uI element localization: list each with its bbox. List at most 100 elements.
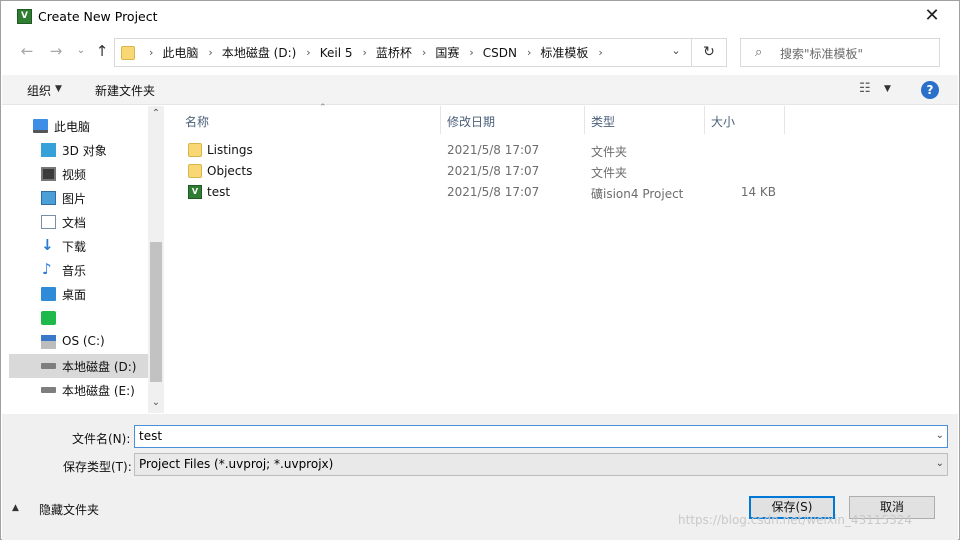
sidebar-item-downloads[interactable]: ↓ 下载: [9, 234, 149, 258]
breadcrumb-item[interactable]: 国赛: [435, 44, 459, 61]
file-type: 文件夹: [591, 145, 628, 159]
sidebar-item-this-pc[interactable]: 此电脑: [9, 114, 149, 138]
file-row[interactable]: Listings 2021/5/8 17:07 文件夹: [164, 140, 804, 161]
scroll-up-arrow-icon[interactable]: ⌃: [148, 108, 164, 119]
sidebar-item-label: 图片: [62, 192, 87, 206]
column-header-date[interactable]: 修改日期: [441, 106, 585, 134]
os-drive-icon: [41, 335, 56, 349]
caret-down-icon[interactable]: ▼: [884, 84, 891, 94]
close-button[interactable]: ✕: [913, 5, 951, 29]
sidebar-item-label: 文档: [62, 216, 87, 230]
caret-down-icon[interactable]: ▼: [55, 84, 62, 94]
uvision-app-icon: V: [17, 9, 32, 24]
chevron-right-icon[interactable]: ›: [208, 46, 212, 59]
column-header-size[interactable]: 大小: [705, 106, 785, 134]
up-arrow-icon[interactable]: ↑: [92, 41, 112, 61]
chevron-right-icon[interactable]: ›: [469, 46, 473, 59]
file-date: 2021/5/8 17:07: [447, 164, 540, 178]
filename-value: test: [139, 429, 163, 443]
computer-icon: [33, 119, 48, 133]
sidebar-item-local-disk-e[interactable]: 本地磁盘 (E:): [9, 378, 149, 402]
toolbar: 组织 ▼ 新建文件夹 ☷ ▼ ?: [2, 75, 958, 105]
sidebar-item-local-disk-d[interactable]: 本地磁盘 (D:): [9, 354, 149, 378]
sidebar-item-label: 下载: [62, 240, 87, 254]
sidebar-item-pictures[interactable]: 图片: [9, 186, 149, 210]
breadcrumb-item[interactable]: Keil 5: [320, 46, 353, 60]
organize-button[interactable]: 组织: [27, 82, 51, 99]
breadcrumb-item[interactable]: 标准模板: [540, 44, 588, 61]
refresh-icon: ↻: [703, 44, 715, 60]
sidebar-item-desktop[interactable]: 桌面: [9, 282, 149, 306]
sidebar-item-label: 桌面: [62, 288, 87, 302]
sidebar-scrollbar[interactable]: ⌃ ⌄: [148, 106, 164, 413]
sort-ascending-icon: ⌃: [319, 103, 327, 113]
breadcrumb-item[interactable]: 本地磁盘 (D:): [222, 44, 296, 61]
sidebar-item-label: 本地磁盘 (D:): [62, 360, 137, 374]
chevron-right-icon[interactable]: ›: [362, 46, 366, 59]
file-row[interactable]: Objects 2021/5/8 17:07 文件夹: [164, 161, 804, 182]
chevron-down-icon[interactable]: ⌄: [936, 458, 944, 469]
column-header-label: 大小: [711, 115, 736, 129]
video-icon: [41, 167, 56, 181]
sidebar-item-label: OS (C:): [62, 334, 105, 348]
search-placeholder: 搜索"标准模板": [780, 47, 864, 61]
pictures-icon: [41, 191, 56, 205]
window-title: Create New Project: [38, 9, 158, 24]
file-type: 礦ision4 Project: [591, 187, 684, 201]
file-name: Listings: [207, 143, 253, 157]
scrollbar-thumb[interactable]: [150, 242, 162, 382]
music-icon: ♪: [42, 260, 52, 278]
breadcrumb-item[interactable]: 蓝桥杯: [376, 44, 412, 61]
desktop-icon: [41, 287, 56, 301]
folder-icon: [188, 143, 202, 157]
file-type: 文件夹: [591, 166, 628, 180]
sidebar-item-label: 视频: [62, 168, 87, 182]
new-folder-button[interactable]: 新建文件夹: [95, 82, 155, 99]
file-name: test: [207, 185, 231, 199]
chevron-right-icon[interactable]: ›: [527, 46, 531, 59]
sidebar-item-video[interactable]: 视频: [9, 162, 149, 186]
3d-objects-icon: [41, 143, 56, 157]
file-date: 2021/5/8 17:07: [447, 143, 540, 157]
help-icon[interactable]: ?: [921, 81, 939, 99]
column-header-type[interactable]: 类型: [585, 106, 705, 134]
view-options-icon[interactable]: ☷: [859, 81, 871, 96]
title-bar: V Create New Project ✕: [1, 1, 959, 33]
breadcrumb: › 此电脑 › 本地磁盘 (D:) › Keil 5 › 蓝桥杯 › 国赛 › …: [139, 39, 612, 66]
sidebar-item-music[interactable]: ♪ 音乐: [9, 258, 149, 282]
filetype-label: 保存类型(T):: [63, 460, 132, 474]
breadcrumb-item[interactable]: 此电脑: [162, 44, 198, 61]
chevron-down-icon[interactable]: ⌄: [936, 430, 944, 441]
file-name: Objects: [207, 164, 253, 178]
sidebar-item-app-shortcut[interactable]: [9, 306, 149, 330]
column-header-label: 名称: [185, 115, 210, 129]
sidebar-item-documents[interactable]: 文档: [9, 210, 149, 234]
file-list: ⌃ 名称 修改日期 类型 大小 Listings 2021/5/8 17:07 …: [164, 103, 953, 413]
chevron-right-icon[interactable]: ›: [422, 46, 426, 59]
sidebar-item-label: 此电脑: [54, 120, 91, 134]
back-arrow-icon[interactable]: ←: [17, 41, 37, 61]
forward-arrow-icon[interactable]: →: [46, 41, 66, 61]
address-bar[interactable]: › 此电脑 › 本地磁盘 (D:) › Keil 5 › 蓝桥杯 › 国赛 › …: [114, 38, 692, 67]
filetype-select[interactable]: Project Files (*.uvproj; *.uvprojx) ⌄: [134, 453, 948, 476]
sidebar-item-label: 3D 对象: [62, 144, 107, 158]
scroll-down-arrow-icon[interactable]: ⌄: [148, 397, 164, 408]
filename-input[interactable]: test ⌄: [134, 425, 948, 448]
file-row[interactable]: V test 2021/5/8 17:07 礦ision4 Project 14…: [164, 182, 804, 203]
breadcrumb-item[interactable]: CSDN: [483, 46, 517, 60]
sidebar-item-os-c[interactable]: OS (C:): [9, 330, 149, 354]
hide-folders-toggle[interactable]: 隐藏文件夹: [39, 501, 99, 518]
sidebar-item-3d-objects[interactable]: 3D 对象: [9, 138, 149, 162]
chevron-right-icon[interactable]: ›: [598, 46, 602, 59]
drive-icon: [41, 387, 56, 393]
app-shortcut-icon: [41, 311, 56, 325]
column-header-name[interactable]: ⌃ 名称: [179, 103, 441, 134]
collapse-caret-icon[interactable]: ▲: [12, 503, 19, 513]
search-input[interactable]: ⌕ 搜索"标准模板": [740, 38, 940, 67]
recent-locations-chevron-icon[interactable]: ⌄: [71, 41, 91, 61]
sidebar-item-label: 音乐: [62, 264, 87, 278]
documents-icon: [41, 215, 56, 229]
refresh-button[interactable]: ↻: [692, 38, 727, 67]
address-dropdown-chevron-icon[interactable]: ⌄: [668, 44, 684, 58]
chevron-right-icon[interactable]: ›: [306, 46, 310, 59]
